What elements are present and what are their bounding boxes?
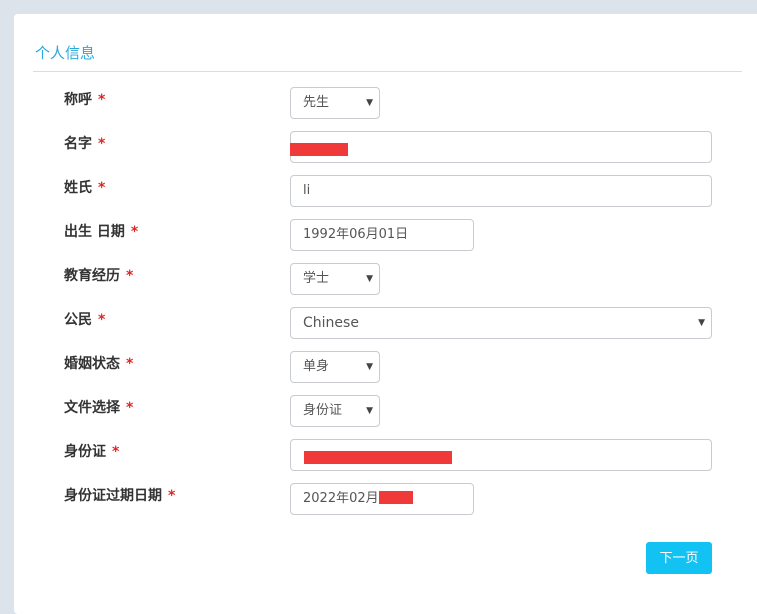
citizenship-label-text: 公民	[64, 312, 92, 328]
redaction-mark	[290, 143, 348, 156]
required-mark: *	[98, 92, 106, 108]
document-type-label-text: 文件选择	[64, 400, 120, 416]
id-expiry-label: 身份证过期日期 *	[64, 485, 175, 505]
marital-status-label-text: 婚姻状态	[64, 356, 120, 372]
caret-down-icon: ▼	[366, 362, 373, 372]
redaction-mark	[304, 451, 452, 464]
title-select[interactable]: 先生 ▼	[290, 87, 380, 119]
document-type-select[interactable]: 身份证 ▼	[290, 395, 380, 427]
id-expiry-value: 2022年02月	[303, 491, 379, 506]
required-mark: *	[168, 488, 176, 504]
document-type-select-value: 身份证	[303, 403, 343, 418]
title-label-text: 称呼	[64, 92, 92, 108]
section-divider	[33, 71, 742, 72]
last-name-label-text: 姓氏	[64, 180, 92, 196]
required-mark: *	[126, 268, 134, 284]
citizenship-select-value: Chinese	[303, 315, 359, 331]
required-mark: *	[130, 224, 139, 240]
caret-down-icon: ▼	[698, 318, 705, 328]
id-number-label-text: 身份证	[64, 444, 106, 460]
caret-down-icon: ▼	[366, 406, 373, 416]
id-expiry-label-text: 身份证过期日期	[64, 488, 162, 504]
title-label: 称呼 *	[64, 89, 105, 109]
next-page-button[interactable]: 下一页	[646, 542, 712, 574]
section-title: 个人信息	[35, 44, 96, 62]
birth-date-label: 出生 日期 *	[64, 221, 138, 241]
id-number-label: 身份证 *	[64, 441, 119, 461]
marital-status-select[interactable]: 单身 ▼	[290, 351, 380, 383]
last-name-label: 姓氏 *	[64, 177, 105, 197]
marital-status-select-value: 单身	[303, 359, 330, 374]
education-select-value: 学士	[303, 271, 330, 286]
required-mark: *	[98, 312, 106, 328]
citizenship-label: 公民 *	[64, 309, 105, 329]
document-type-label: 文件选择 *	[64, 397, 133, 417]
citizenship-select[interactable]: Chinese ▼	[290, 307, 712, 339]
education-select[interactable]: 学士 ▼	[290, 263, 380, 295]
required-mark: *	[98, 180, 106, 196]
required-mark: *	[112, 444, 120, 460]
caret-down-icon: ▼	[366, 98, 373, 108]
last-name-value: li	[303, 183, 311, 198]
first-name-label-text: 名字	[64, 136, 92, 152]
first-name-input[interactable]	[290, 131, 712, 163]
title-select-value: 先生	[303, 95, 330, 110]
caret-down-icon: ▼	[366, 274, 373, 284]
marital-status-label: 婚姻状态 *	[64, 353, 133, 373]
birth-date-value: 1992年06月01日	[303, 227, 409, 242]
required-mark: *	[126, 400, 134, 416]
birth-date-input[interactable]: 1992年06月01日	[290, 219, 474, 251]
education-label: 教育经历 *	[64, 265, 133, 285]
birth-date-label-text: 出生 日期	[64, 224, 125, 240]
last-name-input[interactable]: li	[290, 175, 712, 207]
required-mark: *	[98, 136, 106, 152]
education-label-text: 教育经历	[64, 268, 120, 284]
first-name-label: 名字 *	[64, 133, 105, 153]
required-mark: *	[126, 356, 134, 372]
redaction-mark	[379, 491, 413, 504]
